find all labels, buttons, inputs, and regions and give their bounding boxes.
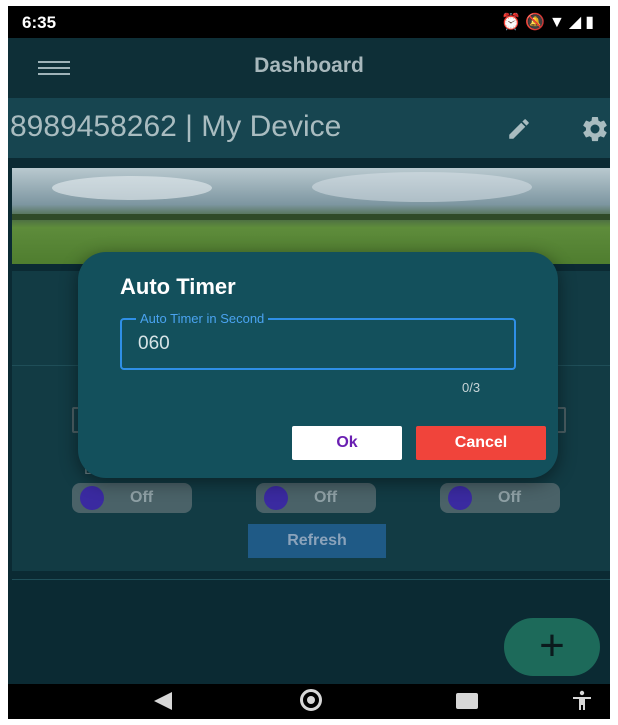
signal-icon: ◢ xyxy=(568,14,586,31)
mute-icon: 🔕 xyxy=(525,14,550,31)
pencil-icon[interactable] xyxy=(506,116,532,142)
device-header: 8989458262 | My Device xyxy=(8,98,610,158)
wifi-icon: ▼ xyxy=(549,14,569,31)
phone-screen: 6:35 ⏰🔕▼◢▮ Dashboard 8989458262 | My Dev… xyxy=(8,6,610,719)
auto-timer-field[interactable]: Auto Timer in Second xyxy=(120,311,516,370)
status-bar: 6:35 ⏰🔕▼◢▮ xyxy=(8,6,610,38)
ok-button[interactable]: Ok xyxy=(292,426,402,460)
recents-icon[interactable] xyxy=(456,693,478,709)
toggle-knob xyxy=(80,486,104,510)
toggle-switch-1[interactable]: Off xyxy=(72,483,192,513)
toggle-knob xyxy=(264,486,288,510)
field-label: Auto Timer in Second xyxy=(136,311,269,326)
treeline-shape xyxy=(12,214,610,220)
auto-timer-dialog: Auto Timer Auto Timer in Second 0/3 Ok C… xyxy=(78,252,558,478)
gear-icon[interactable] xyxy=(580,114,610,144)
toggle-label: Off xyxy=(130,489,154,506)
battery-icon: ▮ xyxy=(585,14,598,31)
accessibility-icon[interactable] xyxy=(570,689,594,713)
back-icon[interactable] xyxy=(154,692,172,710)
alarm-icon: ⏰ xyxy=(501,14,526,31)
status-icons: ⏰🔕▼◢▮ xyxy=(501,12,598,32)
cancel-button[interactable]: Cancel xyxy=(416,426,546,460)
toggle-switch-3[interactable]: Off xyxy=(440,483,560,513)
divider xyxy=(12,579,610,580)
cloud-shape xyxy=(52,176,212,200)
status-time: 6:35 xyxy=(22,13,57,32)
cloud-shape xyxy=(312,172,532,202)
character-counter: 0/3 xyxy=(462,380,481,395)
app-bar: Dashboard xyxy=(8,38,610,98)
app-title: Dashboard xyxy=(254,54,364,77)
toggle-label: Off xyxy=(314,489,338,506)
refresh-button[interactable]: Refresh xyxy=(248,524,386,558)
add-device-button[interactable]: + xyxy=(504,618,600,676)
navigation-bar xyxy=(8,684,610,719)
dialog-title: Auto Timer xyxy=(120,274,236,299)
home-icon[interactable] xyxy=(300,689,322,711)
banner-image xyxy=(12,168,610,264)
auto-timer-input[interactable] xyxy=(138,332,498,356)
device-title: 8989458262 | My Device xyxy=(10,110,342,143)
toggle-switch-2[interactable]: Off xyxy=(256,483,376,513)
toggle-knob xyxy=(448,486,472,510)
toggle-label: Off xyxy=(498,489,522,506)
